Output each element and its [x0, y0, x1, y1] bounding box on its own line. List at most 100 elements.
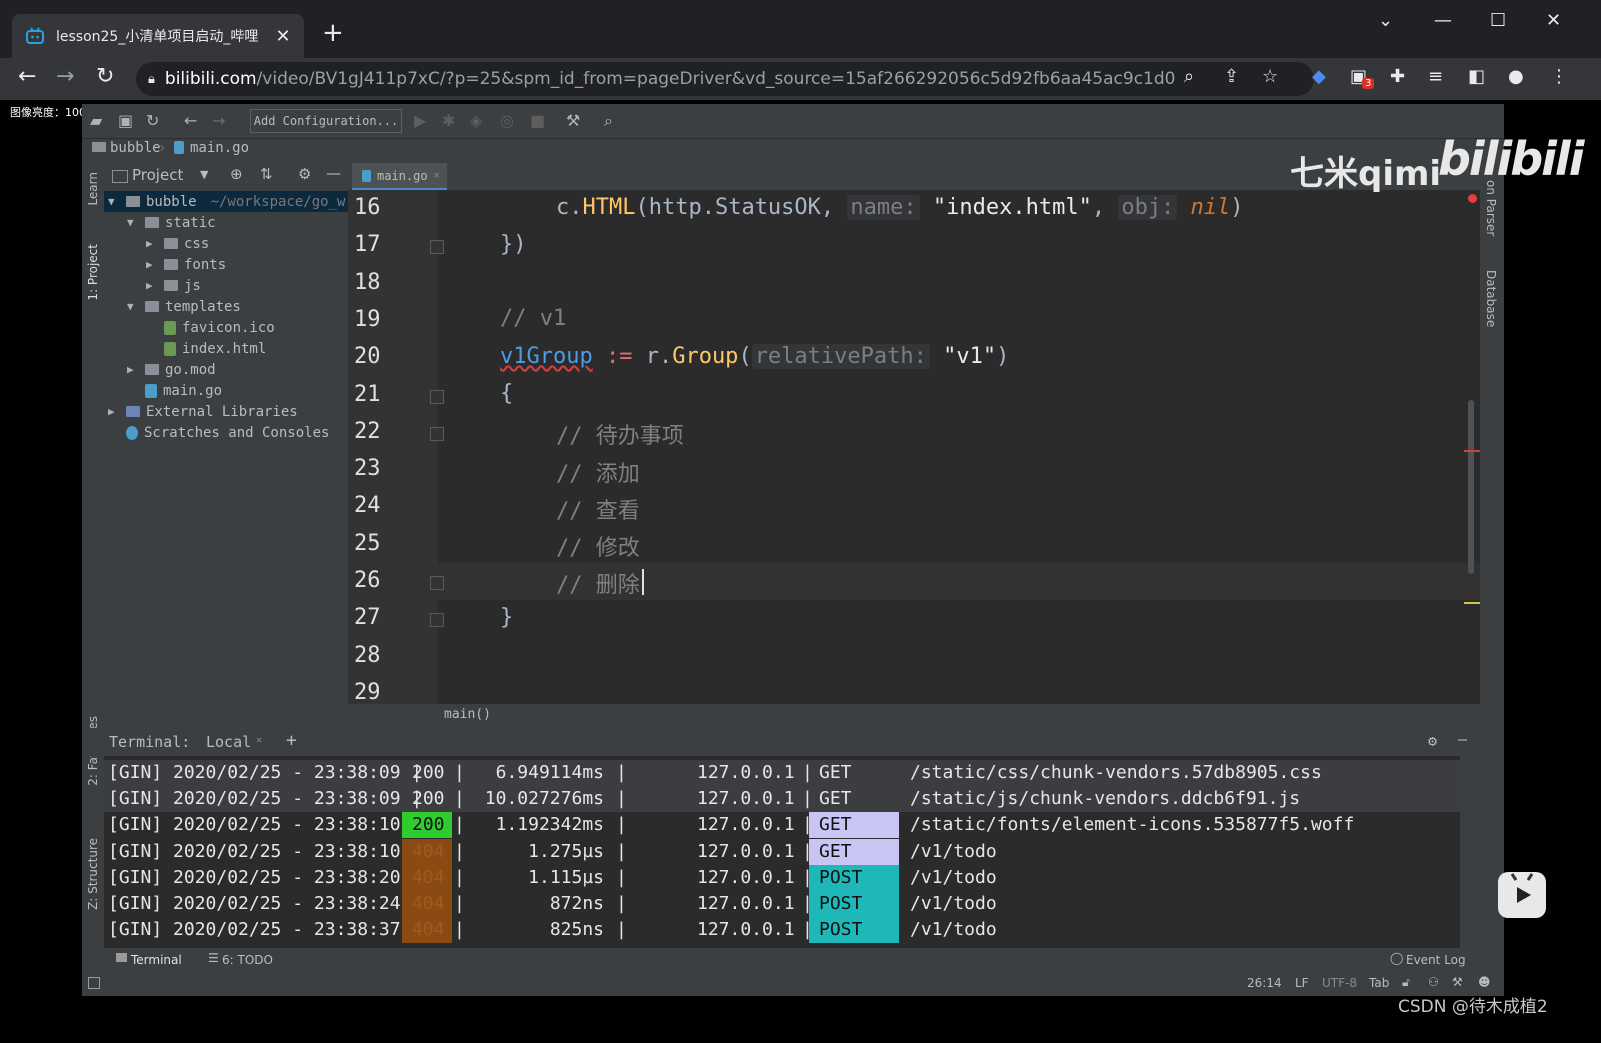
- status-toggle-icon[interactable]: [88, 977, 100, 989]
- tree-item[interactable]: ▶ fonts: [104, 254, 348, 275]
- event-log-tab[interactable]: Event Log: [1406, 953, 1466, 967]
- maximize-icon[interactable]: ☐: [1490, 10, 1506, 31]
- project-tool-tab[interactable]: 1: Project: [86, 244, 100, 301]
- fold-marker[interactable]: [430, 427, 444, 441]
- tree-item[interactable]: ▼ templates: [104, 296, 348, 317]
- terminal-tool-tab[interactable]: Terminal: [131, 953, 182, 967]
- fold-marker[interactable]: [430, 613, 444, 627]
- add-configuration-button[interactable]: Add Configuration...: [250, 109, 402, 133]
- extensions-puzzle-icon[interactable]: ✚: [1390, 66, 1405, 87]
- side-panel-icon[interactable]: ◧: [1468, 66, 1485, 87]
- function-breadcrumb[interactable]: main(): [444, 707, 491, 722]
- json-parser-tool-tab[interactable]: on Parser: [1484, 180, 1498, 236]
- panel-gear-icon[interactable]: ⚙: [298, 165, 311, 183]
- forward-icon[interactable]: →: [56, 64, 74, 89]
- tree-item[interactable]: ▼ static: [104, 212, 348, 233]
- status-code: 404: [412, 893, 445, 914]
- terminal-tab-close-icon[interactable]: ✕: [256, 735, 262, 746]
- line-number: 29: [354, 679, 381, 705]
- stop-icon[interactable]: ■: [530, 111, 545, 130]
- profile-icon[interactable]: ●: [1508, 66, 1524, 87]
- tree-item[interactable]: ▶ js: [104, 275, 348, 296]
- save-icon[interactable]: ▣: [118, 111, 133, 130]
- file-encoding[interactable]: UTF-8: [1322, 976, 1357, 990]
- collapsed-arrow-icon[interactable]: ▶: [108, 405, 126, 418]
- error-stripe-mark[interactable]: [1464, 450, 1480, 452]
- error-indicator-icon[interactable]: [1468, 194, 1477, 203]
- tree-item[interactable]: Scratches and Consoles: [104, 422, 348, 443]
- database-tool-tab[interactable]: Database: [1484, 270, 1498, 327]
- editor-scrollbar[interactable]: [1468, 400, 1474, 574]
- nav-back-icon[interactable]: ←: [184, 111, 197, 130]
- project-view-selector[interactable]: Project: [132, 166, 183, 184]
- back-icon[interactable]: ←: [18, 64, 36, 89]
- tree-item[interactable]: main.go: [104, 380, 348, 401]
- play-button-icon[interactable]: [1498, 872, 1546, 918]
- locate-icon[interactable]: ⊕: [230, 165, 243, 183]
- new-terminal-icon[interactable]: +: [286, 730, 297, 751]
- tab-close-icon[interactable]: ✕: [274, 26, 292, 47]
- editor-tab-close-icon[interactable]: ✕: [434, 170, 440, 181]
- collapsed-arrow-icon[interactable]: ▶: [146, 237, 164, 250]
- fold-marker[interactable]: [430, 240, 444, 254]
- structure-tool-tab[interactable]: Z: Structure: [86, 838, 100, 910]
- minimize-icon[interactable]: —: [1434, 10, 1452, 31]
- tree-item[interactable]: index.html: [104, 338, 348, 359]
- nav-forward-icon[interactable]: →: [212, 111, 225, 130]
- indent-setting[interactable]: Tab: [1369, 976, 1389, 990]
- expanded-arrow-icon[interactable]: ▼: [127, 216, 145, 229]
- expanded-arrow-icon[interactable]: ▼: [108, 195, 126, 208]
- browser-tab[interactable]: lesson25_小清单项目启动_哔哩 ✕: [12, 14, 304, 58]
- line-separator[interactable]: LF: [1295, 976, 1309, 990]
- learn-tool-tab[interactable]: Learn: [86, 172, 100, 206]
- collapsed-arrow-icon[interactable]: ▶: [146, 258, 164, 271]
- close-window-icon[interactable]: ✕: [1546, 10, 1561, 31]
- breadcrumb-project[interactable]: bubble: [110, 140, 161, 156]
- expanded-arrow-icon[interactable]: ▼: [127, 300, 145, 313]
- search-icon[interactable]: ⌕: [604, 111, 613, 131]
- breadcrumb-file[interactable]: main.go: [190, 140, 249, 156]
- editor-tab-main-go[interactable]: main.go ✕: [352, 163, 447, 191]
- tree-item[interactable]: ▶ css: [104, 233, 348, 254]
- sync-icon[interactable]: ↻: [146, 111, 159, 130]
- coverage-icon[interactable]: ◈: [470, 111, 482, 130]
- extension-shield-icon[interactable]: ◆: [1312, 66, 1326, 87]
- cursor-position[interactable]: 26:14: [1247, 976, 1282, 990]
- code-line-17: }): [500, 232, 527, 257]
- tree-item[interactable]: ▼ bubble ~/workspace/go_w: [104, 191, 348, 212]
- terminal-gear-icon[interactable]: ⚙: [1428, 732, 1437, 750]
- fold-marker[interactable]: [430, 576, 444, 590]
- notifications-icon[interactable]: ☻: [1478, 975, 1491, 989]
- warning-stripe-mark[interactable]: [1464, 602, 1480, 604]
- profile-run-icon[interactable]: ◎: [500, 111, 514, 130]
- share-icon[interactable]: ⇪: [1224, 66, 1239, 87]
- collapse-all-icon[interactable]: ⇅: [260, 165, 273, 183]
- reload-icon[interactable]: ↻: [96, 64, 114, 89]
- debug-icon[interactable]: ✱: [442, 111, 455, 130]
- menu-kebab-icon[interactable]: ⋮: [1550, 66, 1568, 87]
- open-folder-icon[interactable]: ▰: [90, 111, 102, 130]
- memory-icon[interactable]: ⚇: [1428, 975, 1439, 989]
- tools-icon[interactable]: ⚒: [1452, 975, 1463, 989]
- zoom-icon[interactable]: ⌕: [1184, 66, 1194, 87]
- new-tab-icon[interactable]: +: [322, 18, 344, 48]
- todo-tool-tab[interactable]: 6: TODO: [222, 953, 273, 967]
- bookmark-star-icon[interactable]: ☆: [1262, 66, 1278, 87]
- collapsed-arrow-icon[interactable]: ▶: [146, 279, 164, 292]
- address-bar[interactable]: 🔒︎ bilibili.com/video/BV1gJ411p7xC/?p=25…: [136, 62, 1314, 96]
- dropdown-chevron-icon[interactable]: ▼: [200, 168, 208, 181]
- terminal-hide-icon[interactable]: —: [1458, 730, 1467, 748]
- settings-wrench-icon[interactable]: ⚒: [566, 111, 580, 130]
- panel-hide-icon[interactable]: —: [326, 164, 341, 182]
- fold-marker[interactable]: [430, 390, 444, 404]
- terminal-tab-local[interactable]: Local: [206, 733, 251, 751]
- tree-item[interactable]: favicon.ico: [104, 317, 348, 338]
- url-host: bilibili.com: [164, 69, 257, 89]
- collapsed-arrow-icon[interactable]: ▶: [127, 363, 145, 376]
- tree-item[interactable]: ▶ External Libraries: [104, 401, 348, 422]
- reading-list-icon[interactable]: ≡: [1428, 66, 1443, 87]
- tree-item[interactable]: ▶ go.mod: [104, 359, 348, 380]
- readonly-lock-icon[interactable]: 🔓︎: [1402, 975, 1410, 990]
- run-icon[interactable]: ▶: [414, 111, 426, 130]
- tab-search-icon[interactable]: ⌄: [1378, 10, 1393, 31]
